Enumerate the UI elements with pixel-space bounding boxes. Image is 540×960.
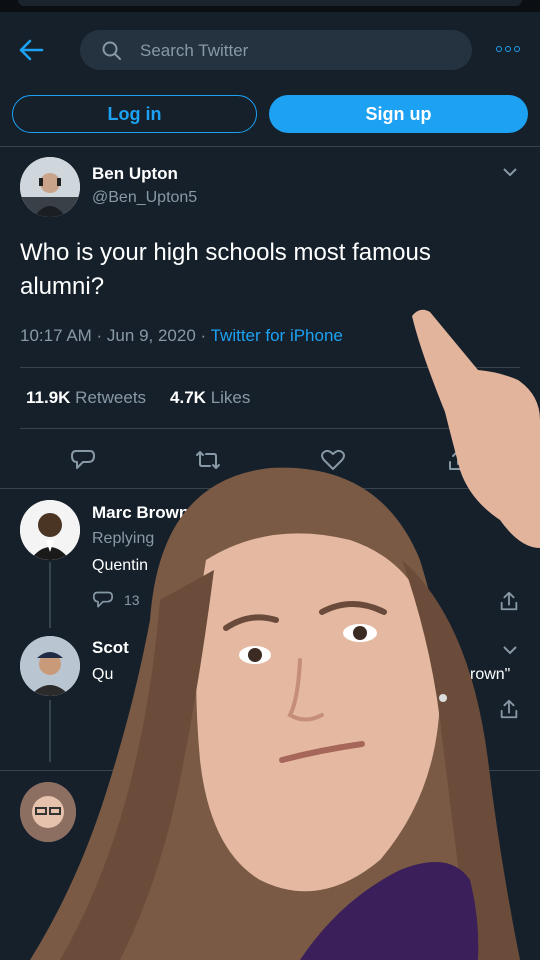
status-pill	[18, 0, 522, 6]
retweets-count[interactable]: 11.9K	[26, 388, 70, 407]
thread-line	[49, 700, 51, 762]
reply-count: 13	[124, 592, 140, 608]
divider	[0, 488, 540, 489]
reply-avatar[interactable]	[20, 500, 80, 560]
reply-avatar[interactable]	[20, 782, 76, 842]
retweet-icon[interactable]	[194, 448, 222, 472]
chevron-down-icon[interactable]	[502, 644, 518, 656]
tweet-meta: 10:17 AM · Jun 9, 2020 · Twitter for iPh…	[20, 326, 343, 346]
search-placeholder: Search Twitter	[140, 41, 249, 60]
divider	[20, 428, 520, 429]
author-handle[interactable]: @Ben_Upton5	[92, 189, 197, 207]
author-avatar[interactable]	[20, 157, 80, 217]
login-button[interactable]: Log in	[12, 95, 257, 133]
search-input[interactable]: Search Twitter	[80, 30, 472, 70]
share-icon[interactable]	[446, 448, 470, 472]
likes-label[interactable]: Likes	[211, 388, 251, 407]
retweets-label[interactable]: Retweets	[75, 388, 146, 407]
header: Search Twitter	[0, 20, 540, 80]
divider	[20, 367, 520, 368]
reply-icon[interactable]	[70, 448, 96, 472]
signup-button[interactable]: Sign up	[269, 95, 528, 133]
share-icon[interactable]	[498, 590, 520, 612]
reply-author-name[interactable]: Scot	[92, 638, 129, 658]
tweet-source[interactable]: Twitter for iPhone	[211, 326, 343, 345]
reply-icon[interactable]	[92, 590, 114, 610]
tweet-stats: 11.9K Retweets 4.7K Likes	[26, 388, 250, 408]
reply-text-end: rown"	[470, 666, 511, 683]
divider	[0, 770, 540, 771]
more-options-icon[interactable]	[496, 46, 520, 52]
author-name[interactable]: Ben Upton	[92, 164, 178, 184]
tweet-text: Who is your high schools most famous alu…	[20, 239, 431, 300]
reply-context: Replying	[92, 530, 155, 547]
like-icon[interactable]	[320, 448, 346, 472]
share-icon[interactable]	[498, 698, 520, 720]
reply-text-start: Qu	[92, 666, 114, 683]
likes-count[interactable]: 4.7K	[170, 388, 206, 407]
thread-line	[49, 562, 51, 628]
reply-avatar[interactable]	[20, 636, 80, 696]
tweet-timestamp: 10:17 AM · Jun 9, 2020 ·	[20, 326, 211, 345]
chevron-down-icon[interactable]	[502, 166, 518, 178]
back-arrow-icon[interactable]	[18, 38, 46, 62]
reply-author-name[interactable]: Marc Brown	[92, 503, 189, 523]
reply-text: Quentin	[92, 557, 149, 574]
status-strip	[0, 0, 540, 12]
webcam-overlay	[30, 309, 540, 960]
divider	[0, 146, 540, 147]
search-icon	[102, 41, 121, 60]
